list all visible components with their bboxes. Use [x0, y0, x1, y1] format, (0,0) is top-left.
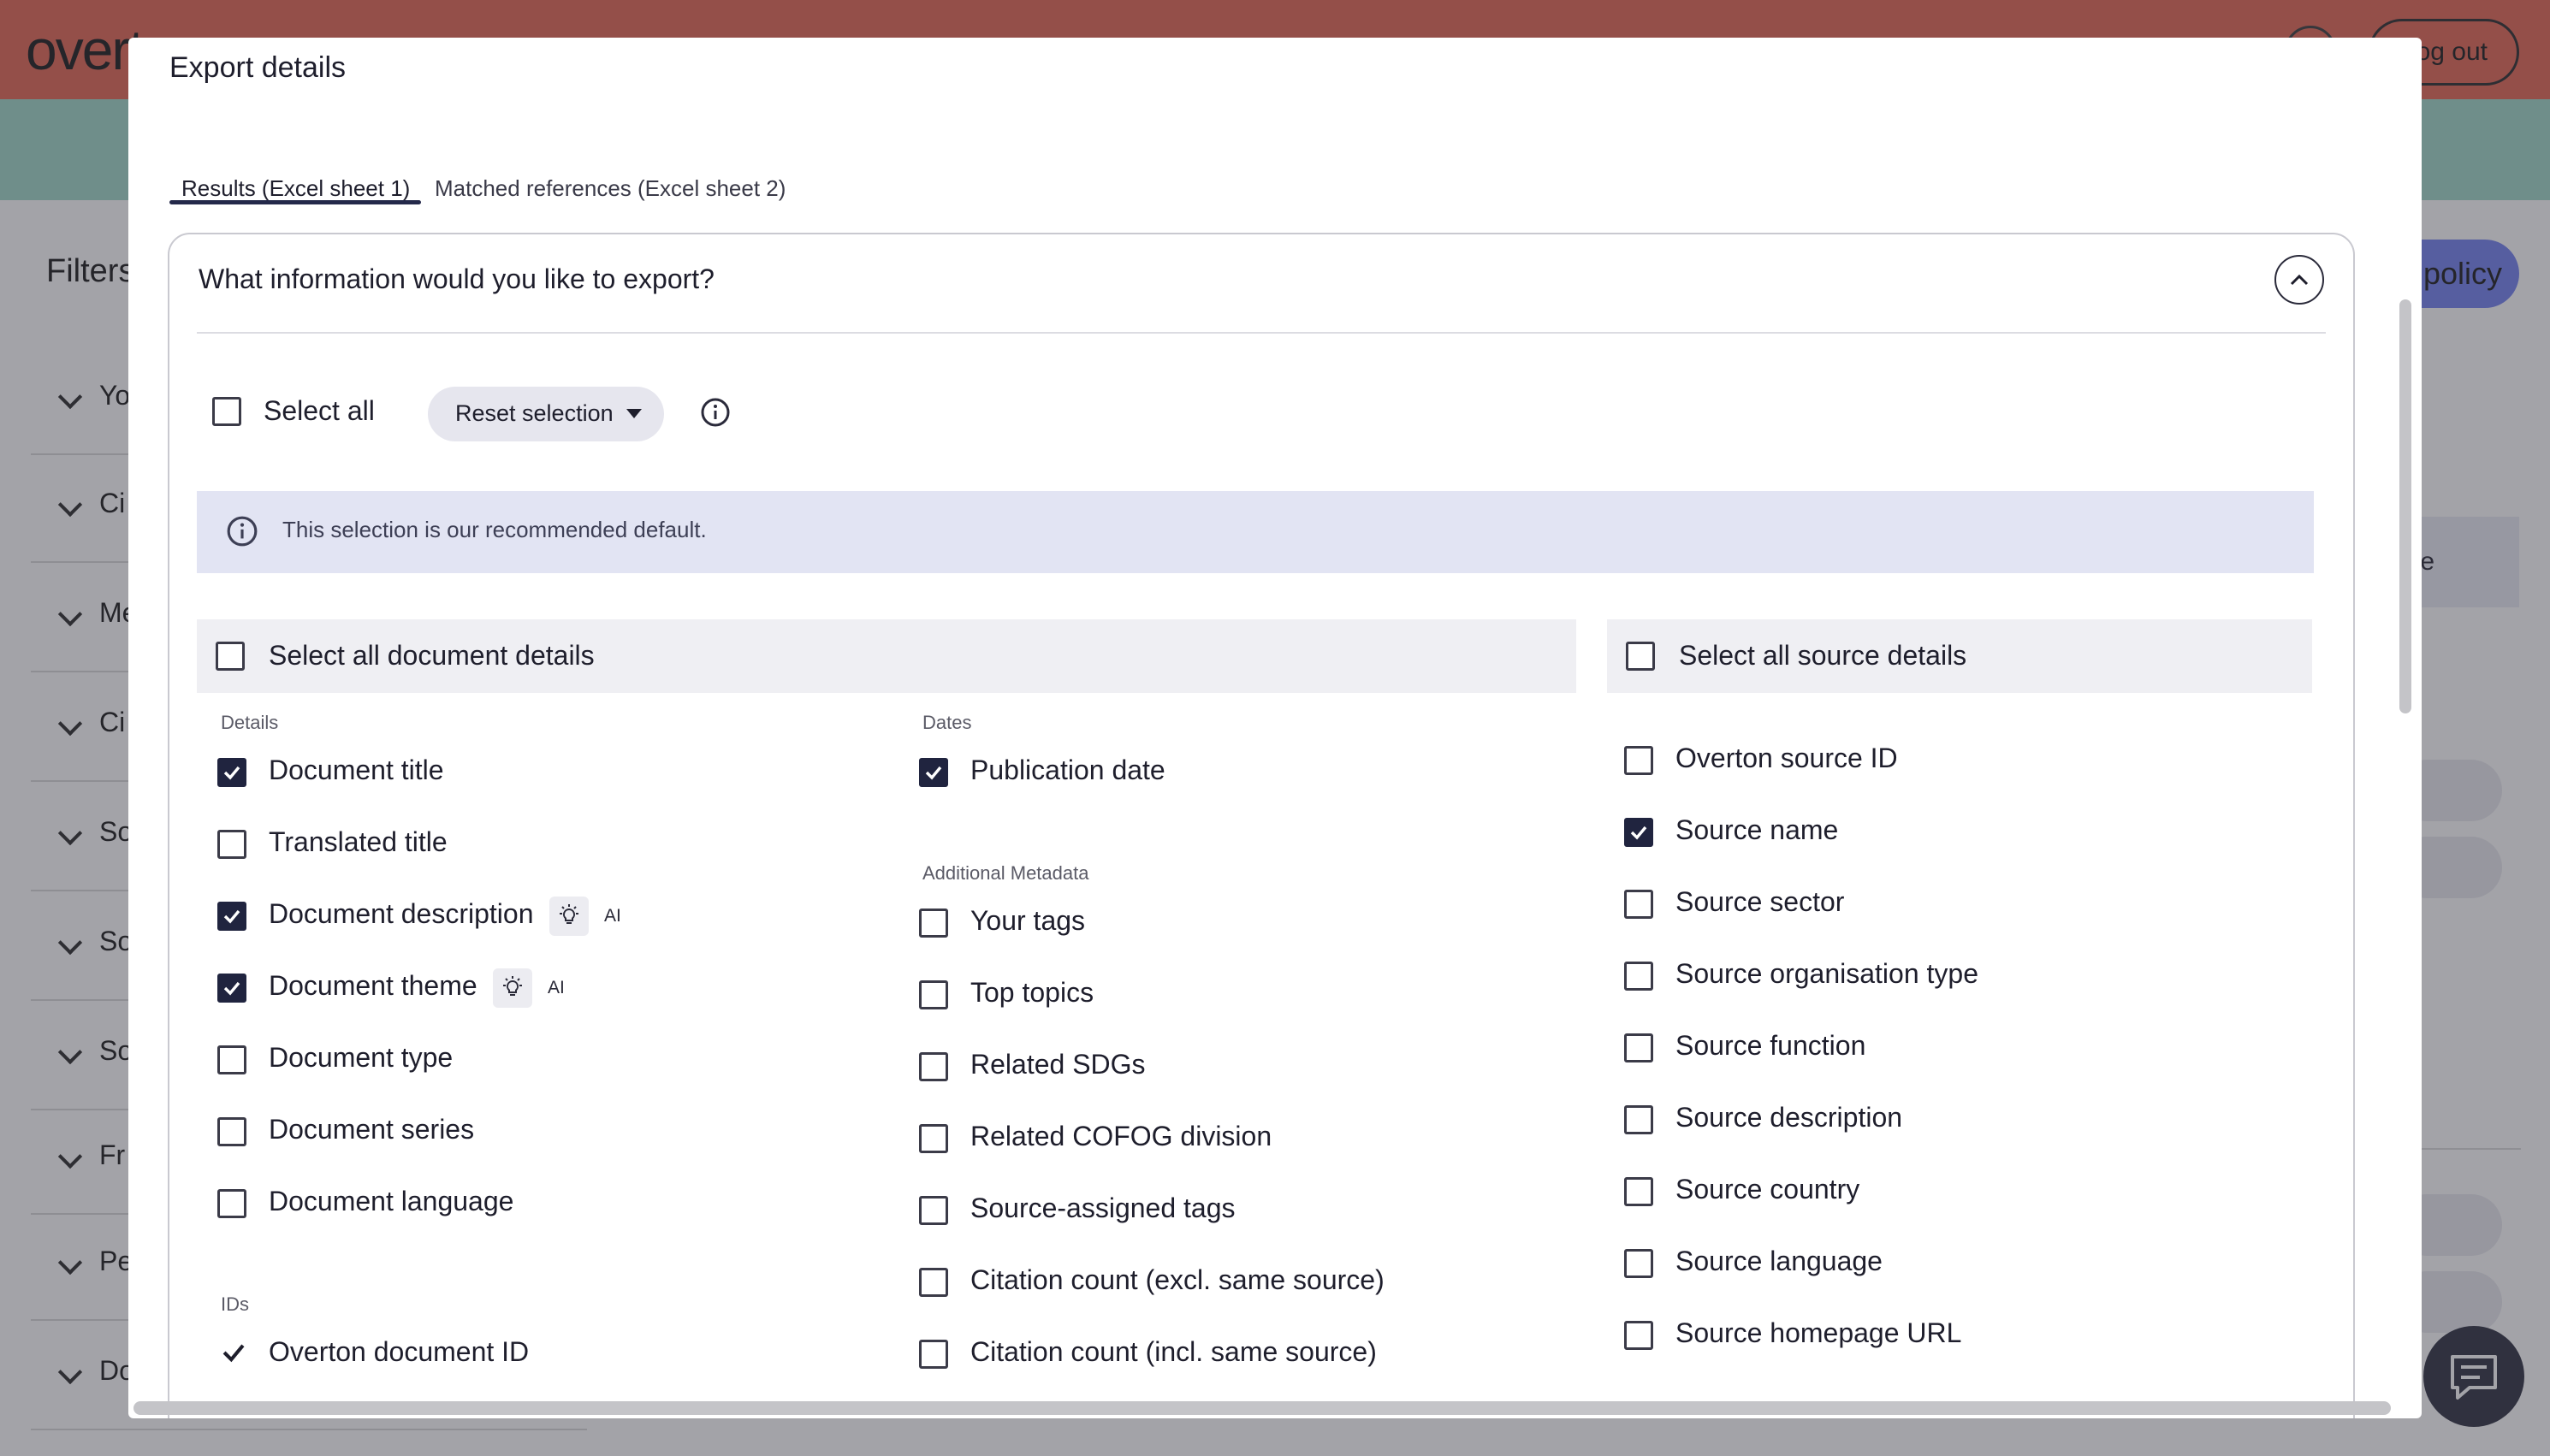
related-cofog-division-checkbox[interactable] — [919, 1124, 948, 1153]
select-all-source-details-label: Select all source details — [1679, 640, 1967, 671]
active-tab-indicator — [169, 200, 421, 204]
ai-badge: AI — [604, 906, 621, 926]
reset-selection-button[interactable]: Reset selection — [428, 387, 664, 441]
locked-checkmark-icon — [221, 1340, 246, 1370]
source-details-header: Select all source details — [1607, 619, 2312, 693]
source-organisation-type-checkbox[interactable] — [1624, 962, 1653, 991]
info-icon — [227, 516, 258, 547]
select-all-document-details-label: Select all document details — [269, 640, 595, 671]
source-country-checkbox[interactable] — [1624, 1177, 1653, 1206]
checkmark-icon — [223, 909, 240, 924]
related-cofog-division-label: Related COFOG division — [970, 1121, 1272, 1151]
collapse-button[interactable] — [2274, 255, 2324, 305]
document-type-label: Document type — [269, 1042, 454, 1073]
source-language-checkbox[interactable] — [1624, 1249, 1653, 1278]
chevron-up-icon — [2290, 274, 2309, 286]
notice-text: This selection is our recommended defaul… — [282, 517, 707, 542]
publication-date-checkbox[interactable] — [919, 758, 948, 787]
source-description-label: Source description — [1675, 1102, 1903, 1133]
export-details-modal: Export details Results (Excel sheet 1) M… — [128, 38, 2422, 1418]
top-topics-checkbox[interactable] — [919, 980, 948, 1009]
citation-count-incl-same-source-label: Citation count (incl. same source) — [970, 1336, 1377, 1367]
ai-lightbulb-icon — [493, 968, 532, 1008]
related-sdgs-checkbox[interactable] — [919, 1052, 948, 1081]
document-language-label: Document language — [269, 1186, 514, 1216]
tab-results[interactable]: Results (Excel sheet 1) — [181, 140, 410, 243]
ai-badge: AI — [548, 978, 565, 997]
document-details-header: Select all document details — [197, 619, 1576, 693]
source-sector-checkbox[interactable] — [1624, 890, 1653, 919]
top-topics-label: Top topics — [970, 977, 1094, 1008]
details-section-label: Details — [221, 712, 279, 733]
recommended-default-notice: This selection is our recommended defaul… — [197, 491, 2314, 573]
panel-question: What information would you like to expor… — [199, 263, 715, 294]
dates-section-label: Dates — [922, 712, 972, 733]
metadata-section-label: Additional Metadata — [922, 862, 1089, 884]
translated-title-checkbox[interactable] — [217, 830, 246, 859]
your-tags-checkbox[interactable] — [919, 909, 948, 938]
overton-source-id-label: Overton source ID — [1675, 743, 1898, 773]
source-assigned-tags-label: Source-assigned tags — [970, 1193, 1236, 1223]
citation-count-excl-same-source-checkbox[interactable] — [919, 1268, 948, 1297]
source-function-label: Source function — [1675, 1030, 1866, 1061]
document-language-checkbox[interactable] — [217, 1189, 246, 1218]
related-sdgs-label: Related SDGs — [970, 1049, 1146, 1080]
source-country-label: Source country — [1675, 1174, 1860, 1204]
checkmark-icon — [925, 766, 942, 780]
caret-down-icon — [626, 409, 642, 418]
source-assigned-tags-checkbox[interactable] — [919, 1196, 948, 1225]
reset-selection-label: Reset selection — [455, 400, 614, 426]
overton-document-id-label: Overton document ID — [269, 1336, 530, 1367]
source-homepage-url-label: Source homepage URL — [1675, 1317, 1962, 1348]
source-function-checkbox[interactable] — [1624, 1033, 1653, 1062]
ai-lightbulb-icon — [549, 897, 589, 936]
source-sector-label: Source sector — [1675, 886, 1845, 917]
select-all-checkbox[interactable] — [212, 397, 241, 426]
horizontal-scrollbar[interactable] — [133, 1401, 2391, 1415]
vertical-scrollbar[interactable] — [2399, 299, 2411, 713]
ids-section-label: IDs — [221, 1293, 249, 1315]
select-all-label: Select all — [264, 395, 375, 426]
document-title-checkbox[interactable] — [217, 758, 246, 787]
document-theme-label: Document theme — [269, 970, 477, 1001]
select-all-source-details-checkbox[interactable] — [1626, 642, 1655, 671]
source-language-label: Source language — [1675, 1246, 1883, 1276]
checkmark-icon — [223, 766, 240, 780]
checkmark-icon — [223, 981, 240, 996]
source-organisation-type-label: Source organisation type — [1675, 958, 1978, 989]
source-description-checkbox[interactable] — [1624, 1105, 1653, 1134]
document-description-checkbox[interactable] — [217, 902, 246, 931]
document-description-label: Document description — [269, 898, 534, 929]
publication-date-label: Publication date — [970, 755, 1165, 785]
select-all-document-details-checkbox[interactable] — [216, 642, 245, 671]
source-name-checkbox[interactable] — [1624, 818, 1653, 847]
overton-source-id-checkbox[interactable] — [1624, 746, 1653, 775]
checkmark-icon — [1630, 826, 1647, 840]
modal-title: Export details — [169, 51, 346, 84]
your-tags-label: Your tags — [970, 905, 1086, 936]
document-series-label: Document series — [269, 1114, 475, 1145]
divider — [197, 332, 2326, 334]
document-theme-checkbox[interactable] — [217, 974, 246, 1003]
source-homepage-url-checkbox[interactable] — [1624, 1321, 1653, 1350]
citation-count-excl-same-source-label: Citation count (excl. same source) — [970, 1264, 1385, 1295]
info-icon[interactable] — [700, 397, 731, 428]
translated-title-label: Translated title — [269, 826, 448, 857]
document-type-checkbox[interactable] — [217, 1045, 246, 1074]
source-name-label: Source name — [1675, 814, 1839, 845]
document-title-label: Document title — [269, 755, 444, 785]
citation-count-incl-same-source-checkbox[interactable] — [919, 1340, 948, 1369]
export-fields-panel: What information would you like to expor… — [168, 233, 2355, 1418]
document-series-checkbox[interactable] — [217, 1117, 246, 1146]
tab-matched-references[interactable]: Matched references (Excel sheet 2) — [435, 140, 786, 243]
